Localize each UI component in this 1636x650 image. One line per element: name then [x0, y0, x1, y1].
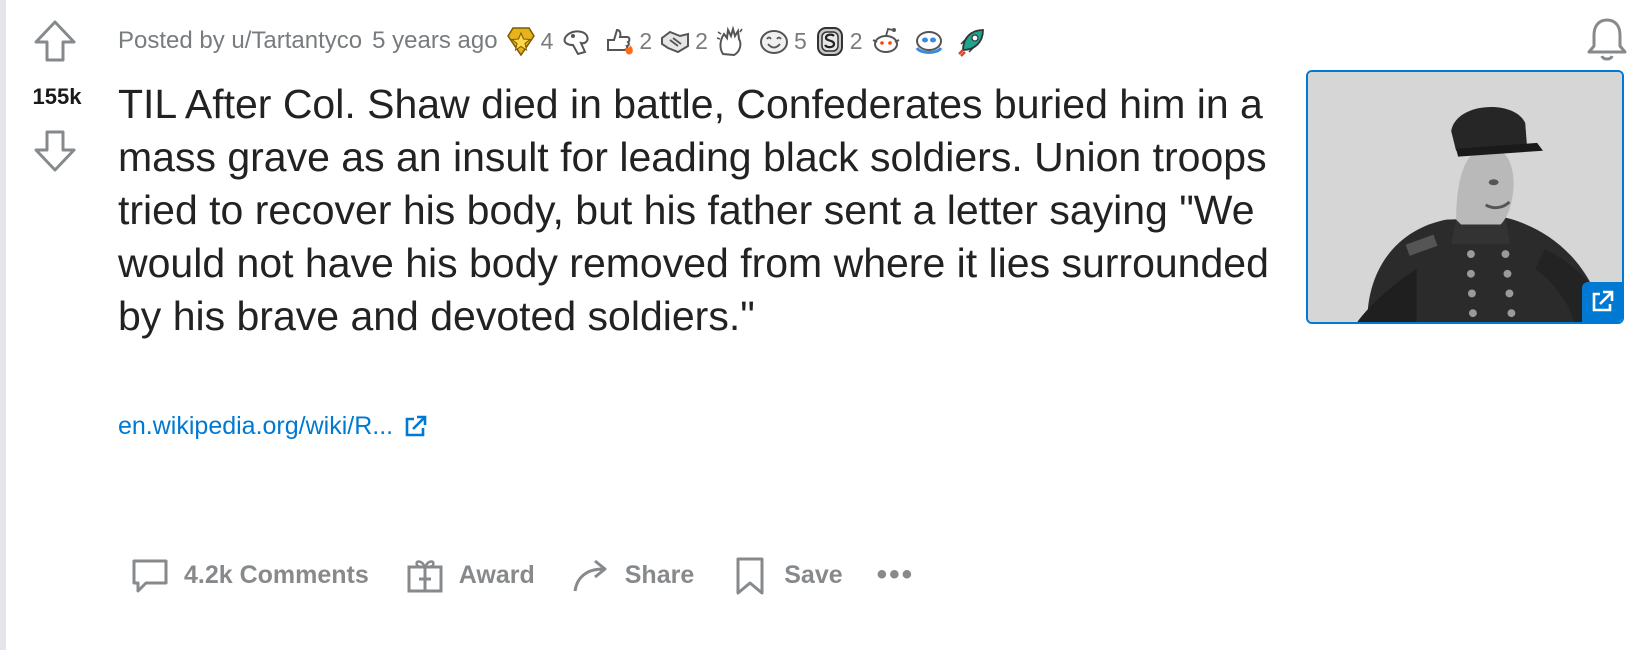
upvote-arrow-icon [34, 20, 76, 62]
comments-label: 4.2k Comments [184, 560, 369, 589]
laughing-face-award-icon [759, 30, 788, 54]
external-link[interactable]: en.wikipedia.org/wiki/R... [118, 412, 429, 441]
wholesome-hand-award-icon [563, 30, 589, 56]
comment-icon [132, 559, 168, 593]
award-gold-star[interactable]: 4 [504, 24, 553, 58]
award-laughing-face[interactable]: 5 [757, 24, 807, 58]
snoo-wave-award-icon [872, 27, 899, 53]
comments-button[interactable]: 4.2k Comments [118, 549, 379, 601]
post-card: 155k Posted by u/Tartantyco 5 years ago … [0, 0, 1636, 650]
share-label: Share [624, 560, 695, 589]
share-arrow-icon [573, 559, 607, 592]
vote-score: 155k [32, 84, 82, 109]
share-button[interactable]: Share [559, 549, 704, 601]
posted-by-user[interactable]: Posted by u/Tartantyco [118, 27, 362, 55]
save-button[interactable]: Save [718, 549, 852, 601]
downvote-button[interactable] [32, 128, 78, 174]
post-thumbnail[interactable] [1306, 70, 1624, 324]
bell-icon [1587, 18, 1627, 61]
thumbs-flame-award-icon [607, 28, 634, 55]
award-button[interactable]: Award [393, 549, 545, 601]
post-title[interactable]: TIL After Col. Shaw died in battle, Conf… [118, 78, 1278, 343]
award-clapping-hands[interactable] [714, 24, 751, 58]
award-snoo-wave[interactable] [869, 24, 906, 58]
handshake-award-icon [661, 30, 690, 54]
award-snoo-hug[interactable] [912, 24, 949, 58]
thumbnail-external-badge [1582, 282, 1622, 322]
award-handshake[interactable]: 2 [658, 24, 708, 58]
downvote-arrow-icon [34, 130, 76, 172]
post-age[interactable]: 5 years ago [372, 27, 497, 55]
silver-s-award-icon [816, 27, 843, 56]
snoo-hug-award-icon [915, 31, 942, 54]
upvote-button[interactable] [32, 18, 78, 64]
vote-column: 155k [12, 0, 102, 650]
rocket-award-icon [957, 29, 984, 57]
gold-star-award-icon [506, 27, 535, 57]
external-link-text: en.wikipedia.org/wiki/R... [118, 412, 394, 440]
external-link-icon [1592, 290, 1614, 312]
award-label: Award [458, 560, 535, 589]
award-thumbs-flame[interactable]: 2 [602, 24, 652, 58]
external-link-icon [405, 415, 427, 436]
award-wholesome-hand[interactable] [559, 24, 596, 58]
bookmark-icon [736, 557, 764, 595]
post-actions-bar: 4.2k Comments Award Share Save ••• [118, 548, 924, 602]
notification-bell-button[interactable] [1584, 14, 1630, 64]
more-options-button[interactable]: ••• [867, 558, 925, 592]
award-silver-s[interactable]: 2 [813, 24, 863, 58]
award-rocket[interactable] [955, 24, 992, 58]
portrait-photo-image [1308, 72, 1622, 322]
clapping-hands-award-icon [716, 25, 743, 57]
save-label: Save [784, 560, 843, 589]
post-meta: Posted by u/Tartantyco 5 years ago 4 2 2… [118, 18, 992, 64]
gift-icon [407, 560, 443, 593]
